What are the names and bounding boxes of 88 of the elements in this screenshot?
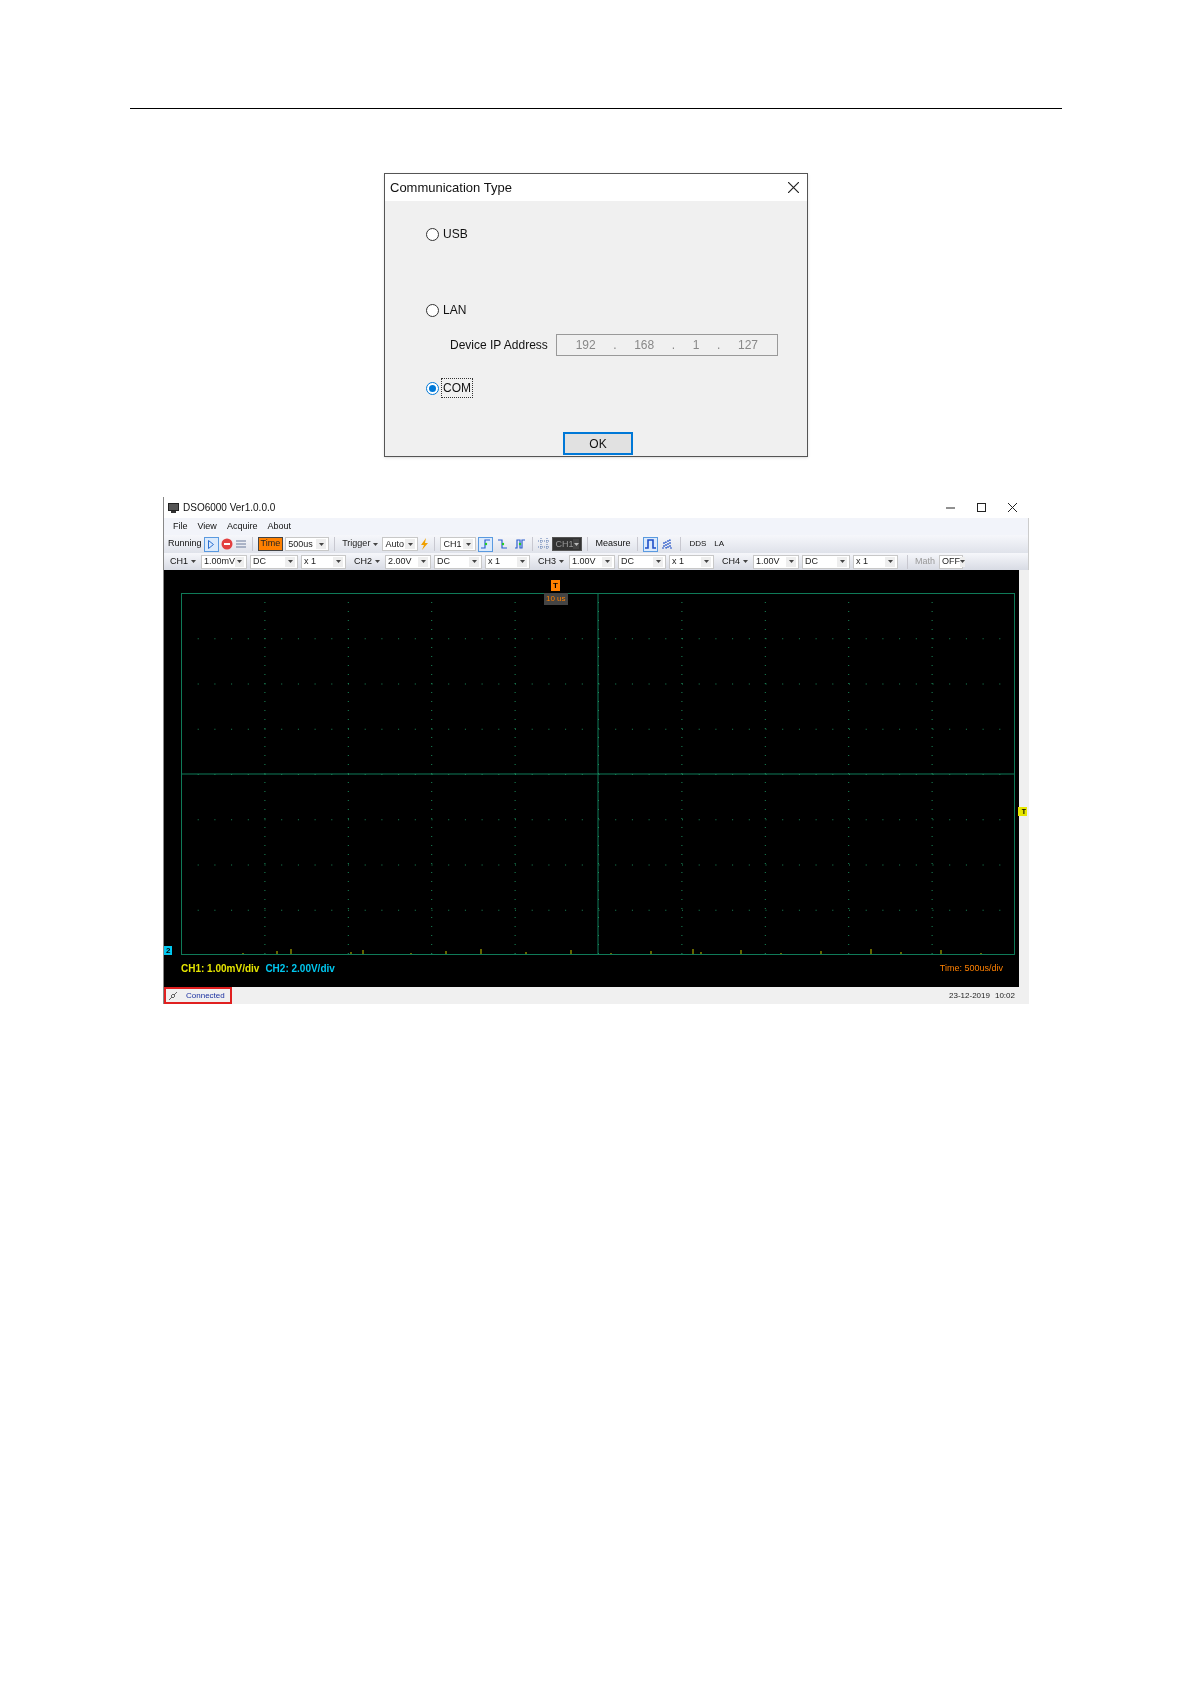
maximize-icon[interactable]: [977, 503, 986, 512]
dropdown-arrow-icon: [237, 560, 243, 563]
close-icon[interactable]: [1008, 503, 1017, 512]
dropdown[interactable]: x 1: [853, 554, 899, 569]
dropdown-arrow-icon: [839, 560, 845, 563]
radio-label[interactable]: LAN: [441, 300, 469, 320]
dropdown-arrow-icon: [407, 542, 413, 546]
dropdown-arrow-icon: [743, 560, 749, 563]
dropdown-arrow-icon: [373, 542, 379, 546]
dropdown-arrow-icon: [788, 560, 794, 563]
channel-marker[interactable]: 2: [164, 946, 173, 955]
connection-status: Connected: [186, 989, 225, 1002]
dropdown-arrow-icon: [559, 560, 565, 563]
time-scale: Time: 500us/div: [939, 961, 1003, 975]
dropdown[interactable]: DC: [434, 554, 483, 569]
window-title: DSO6000 Ver1.0.0.0: [183, 501, 276, 515]
stop-icon[interactable]: [220, 538, 233, 550]
dropdown-arrow-icon: [655, 560, 661, 563]
dialog-title: Communication Type: [390, 178, 512, 197]
dropdown[interactable]: CH1: [440, 537, 477, 551]
plug-icon: [168, 990, 178, 1001]
channel-menu[interactable]: CH1: [168, 554, 198, 569]
dropdown-arrow-icon: [960, 560, 966, 563]
edge-icon: [496, 538, 509, 550]
edge-button[interactable]: [478, 536, 494, 552]
dropdown-arrow-icon: [318, 542, 324, 546]
cursor-icon[interactable]: [538, 538, 551, 550]
radio-label[interactable]: COM: [441, 378, 473, 398]
menu-item[interactable]: About: [267, 519, 291, 534]
monitor-icon: [168, 502, 179, 513]
dropdown[interactable]: DC: [250, 554, 298, 569]
trigger-menu[interactable]: Trigger: [340, 537, 381, 551]
pulse-button[interactable]: [643, 536, 659, 552]
radio-label[interactable]: USB: [441, 224, 470, 244]
dropdown[interactable]: Auto: [382, 537, 419, 551]
dropdown-arrow-icon: [703, 560, 709, 563]
field-label: Device IP Address: [450, 337, 548, 354]
radio-button[interactable]: [426, 381, 439, 395]
play-icon: [208, 539, 215, 549]
radio-button[interactable]: [426, 227, 439, 241]
dropdown[interactable]: DC: [802, 554, 851, 569]
dropdown[interactable]: x 1: [485, 554, 531, 569]
status-time: 10:02: [994, 989, 1015, 1002]
status-label: Running: [168, 537, 202, 551]
edge-icon: [513, 538, 526, 550]
radio-button[interactable]: [426, 303, 439, 317]
dropdown-arrow-icon: [887, 560, 893, 563]
dropdown[interactable]: x 1: [301, 554, 346, 569]
channel-menu[interactable]: CH2: [352, 554, 383, 569]
dropdown-arrow-icon: [420, 560, 426, 563]
pulse-icon: [661, 538, 675, 550]
dropdown-arrow-icon: [465, 542, 471, 546]
channel-scale: CH2: 2.00V/div: [265, 962, 335, 976]
dropdown-arrow-icon: [335, 560, 341, 563]
channel-menu[interactable]: CH3: [536, 554, 567, 569]
time-offset-label: 10 us: [544, 593, 568, 605]
dropdown[interactable]: 1.00mV: [201, 554, 247, 569]
dropdown-arrow-icon: [471, 560, 477, 563]
tool-label[interactable]: DDS: [686, 538, 710, 550]
edge-icon: [479, 538, 492, 550]
dropdown-arrow-icon: [287, 560, 293, 563]
dropdown[interactable]: 2.00V: [385, 554, 432, 569]
dropdown-arrow-icon: [573, 542, 579, 546]
status-date: 23-12-2019: [949, 989, 990, 1002]
channel-menu[interactable]: CH4: [720, 554, 751, 569]
play-button[interactable]: [203, 536, 219, 552]
math-label: Math: [914, 554, 937, 568]
measure-label[interactable]: Measure: [593, 537, 633, 551]
menu-item[interactable]: View: [197, 519, 217, 534]
time-label: Time: [257, 537, 284, 551]
pulse-icon: [644, 538, 658, 550]
dropdown-arrow-icon: [375, 560, 381, 563]
menu-item[interactable]: Acquire: [226, 519, 258, 534]
dropdown-arrow-icon: [191, 560, 196, 563]
dropdown-arrow-icon: [519, 560, 525, 563]
dropdown-arrow-icon: [604, 560, 610, 563]
trigger-position-flag[interactable]: T: [551, 580, 560, 591]
dropdown[interactable]: DC: [618, 554, 667, 569]
ok-button[interactable]: OK: [563, 432, 633, 455]
dropdown[interactable]: 1.00V: [753, 554, 800, 569]
menu-item[interactable]: File: [173, 519, 188, 534]
dropdown[interactable]: 1.00V: [569, 554, 616, 569]
channel-scale: CH1: 1.00mV/div: [181, 962, 260, 976]
close-icon[interactable]: [788, 182, 799, 193]
tool-label[interactable]: LA: [711, 538, 728, 550]
dropdown[interactable]: x 1: [669, 554, 715, 569]
edge-button[interactable]: [512, 536, 528, 552]
dropdown[interactable]: 500us: [285, 537, 330, 551]
